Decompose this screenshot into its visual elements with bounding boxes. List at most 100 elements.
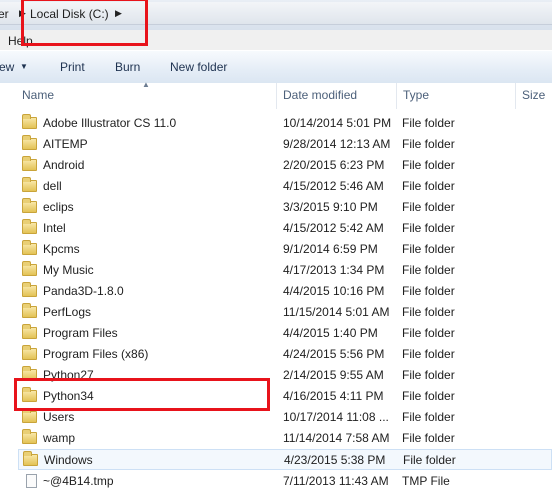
item-type: TMP File: [402, 474, 450, 488]
item-name: dell: [43, 179, 62, 193]
column-divider[interactable]: [396, 83, 397, 109]
item-type: File folder: [402, 431, 455, 445]
item-type: File folder: [402, 158, 455, 172]
folder-icon: [22, 240, 37, 255]
list-item[interactable]: Panda3D-1.8.0 4/4/2015 10:16 PM File fol…: [18, 281, 552, 302]
list-item[interactable]: Adobe Illustrator CS 11.0 10/14/2014 5:0…: [18, 113, 552, 134]
item-name: PerfLogs: [43, 305, 92, 319]
item-name: Users: [43, 410, 75, 424]
item-type: File folder: [402, 389, 455, 403]
item-name: Adobe Illustrator CS 11.0: [43, 116, 177, 130]
item-type: File folder: [402, 347, 455, 361]
item-date: 4/4/2015 10:16 PM: [283, 284, 385, 298]
item-date: 2/14/2015 9:55 AM: [283, 368, 384, 382]
item-name: Program Files (x86): [43, 347, 149, 361]
item-name: Program Files: [43, 326, 118, 340]
item-type: File folder: [402, 137, 455, 151]
highlight-box-address: [21, 0, 148, 46]
sort-ascending-icon: ▲: [142, 80, 150, 89]
item-type: File folder: [402, 305, 455, 319]
item-date: 9/1/2014 6:59 PM: [283, 242, 378, 256]
item-date: 9/28/2014 12:13 AM: [283, 137, 391, 151]
views-dropdown-icon[interactable]: ▼: [20, 62, 28, 71]
item-type: File folder: [402, 242, 455, 256]
list-item[interactable]: Kpcms 9/1/2014 6:59 PM File folder: [18, 239, 552, 260]
item-name: Intel: [43, 221, 66, 235]
folder-icon: [22, 177, 37, 192]
list-item[interactable]: Intel 4/15/2012 5:42 AM File folder: [18, 218, 552, 239]
item-date: 4/24/2015 5:56 PM: [283, 347, 385, 361]
item-date: 4/16/2015 4:11 PM: [283, 389, 384, 403]
column-divider[interactable]: [276, 83, 277, 109]
column-size-header[interactable]: Size: [522, 88, 545, 102]
item-name: Panda3D-1.8.0: [43, 284, 124, 298]
folder-icon: [22, 324, 37, 339]
item-date: 4/23/2015 5:38 PM: [284, 453, 386, 467]
breadcrumb-computer[interactable]: er: [0, 7, 9, 21]
list-item[interactable]: dell 4/15/2012 5:46 AM File folder: [18, 176, 552, 197]
tmp-file-icon: [26, 474, 37, 488]
item-name: AITEMP: [43, 137, 88, 151]
item-date: 4/15/2012 5:46 AM: [283, 179, 384, 193]
item-date: 11/15/2014 5:01 AM: [283, 305, 390, 319]
list-item[interactable]: ~@4B14.tmp 7/11/2013 11:43 AM TMP File: [18, 471, 552, 492]
item-date: 10/17/2014 11:08 ...: [283, 410, 389, 424]
folder-icon: [23, 451, 38, 466]
item-name: ~@4B14.tmp: [43, 474, 114, 488]
folder-icon: [22, 282, 37, 297]
item-type: File folder: [402, 326, 455, 340]
list-item[interactable]: wamp 11/14/2014 7:58 AM File folder: [18, 428, 552, 449]
list-item[interactable]: Program Files (x86) 4/24/2015 5:56 PM Fi…: [18, 344, 552, 365]
new-folder-button[interactable]: New folder: [170, 60, 227, 74]
views-button[interactable]: ew: [0, 60, 14, 74]
column-type-header[interactable]: Type: [403, 88, 429, 102]
column-date-header[interactable]: Date modified: [283, 88, 357, 102]
item-type: File folder: [403, 453, 456, 467]
item-type: File folder: [402, 200, 455, 214]
folder-icon: [22, 261, 37, 276]
item-date: 11/14/2014 7:58 AM: [283, 431, 390, 445]
item-type: File folder: [402, 368, 455, 382]
folder-icon: [22, 303, 37, 318]
item-name: My Music: [43, 263, 94, 277]
item-name: Windows: [44, 453, 93, 467]
item-name: wamp: [43, 431, 76, 445]
item-date: 4/17/2013 1:34 PM: [283, 263, 385, 277]
column-header-row: ▲ Name Date modified Type Size: [0, 80, 552, 109]
item-date: 7/11/2013 11:43 AM: [283, 474, 389, 488]
folder-icon: [22, 219, 37, 234]
item-type: File folder: [402, 284, 455, 298]
folder-icon: [22, 345, 37, 360]
item-date: 4/15/2012 5:42 AM: [283, 221, 384, 235]
column-divider[interactable]: [515, 83, 516, 109]
list-item[interactable]: My Music 4/17/2013 1:34 PM File folder: [18, 260, 552, 281]
column-name-header[interactable]: Name: [22, 88, 54, 102]
folder-icon: [22, 198, 37, 213]
list-item[interactable]: Android 2/20/2015 6:23 PM File folder: [18, 155, 552, 176]
burn-button[interactable]: Burn: [115, 60, 140, 74]
item-date: 10/14/2014 5:01 PM: [283, 116, 392, 130]
list-item-selected[interactable]: Windows 4/23/2015 5:38 PM File folder: [18, 449, 552, 470]
folder-icon: [22, 135, 37, 150]
item-type: File folder: [402, 221, 455, 235]
print-button[interactable]: Print: [60, 60, 85, 74]
folder-icon: [22, 429, 37, 444]
item-date: 2/20/2015 6:23 PM: [283, 158, 385, 172]
list-item[interactable]: eclips 3/3/2015 9:10 PM File folder: [18, 197, 552, 218]
list-item[interactable]: AITEMP 9/28/2014 12:13 AM File folder: [18, 134, 552, 155]
item-name: Android: [43, 158, 85, 172]
command-toolbar: ew ▼ Print Burn New folder: [0, 50, 552, 84]
item-type: File folder: [402, 410, 455, 424]
item-name: eclips: [43, 200, 74, 214]
item-type: File folder: [402, 263, 455, 277]
item-name: Kpcms: [43, 242, 80, 256]
item-type: File folder: [402, 179, 455, 193]
list-item[interactable]: Program Files 4/4/2015 1:40 PM File fold…: [18, 323, 552, 344]
item-date: 3/3/2015 9:10 PM: [283, 200, 378, 214]
list-item[interactable]: PerfLogs 11/15/2014 5:01 AM File folder: [18, 302, 552, 323]
highlight-box-python34: [14, 378, 270, 411]
item-date: 4/4/2015 1:40 PM: [283, 326, 378, 340]
item-type: File folder: [402, 116, 455, 130]
folder-icon: [22, 408, 37, 423]
folder-icon: [22, 114, 37, 129]
